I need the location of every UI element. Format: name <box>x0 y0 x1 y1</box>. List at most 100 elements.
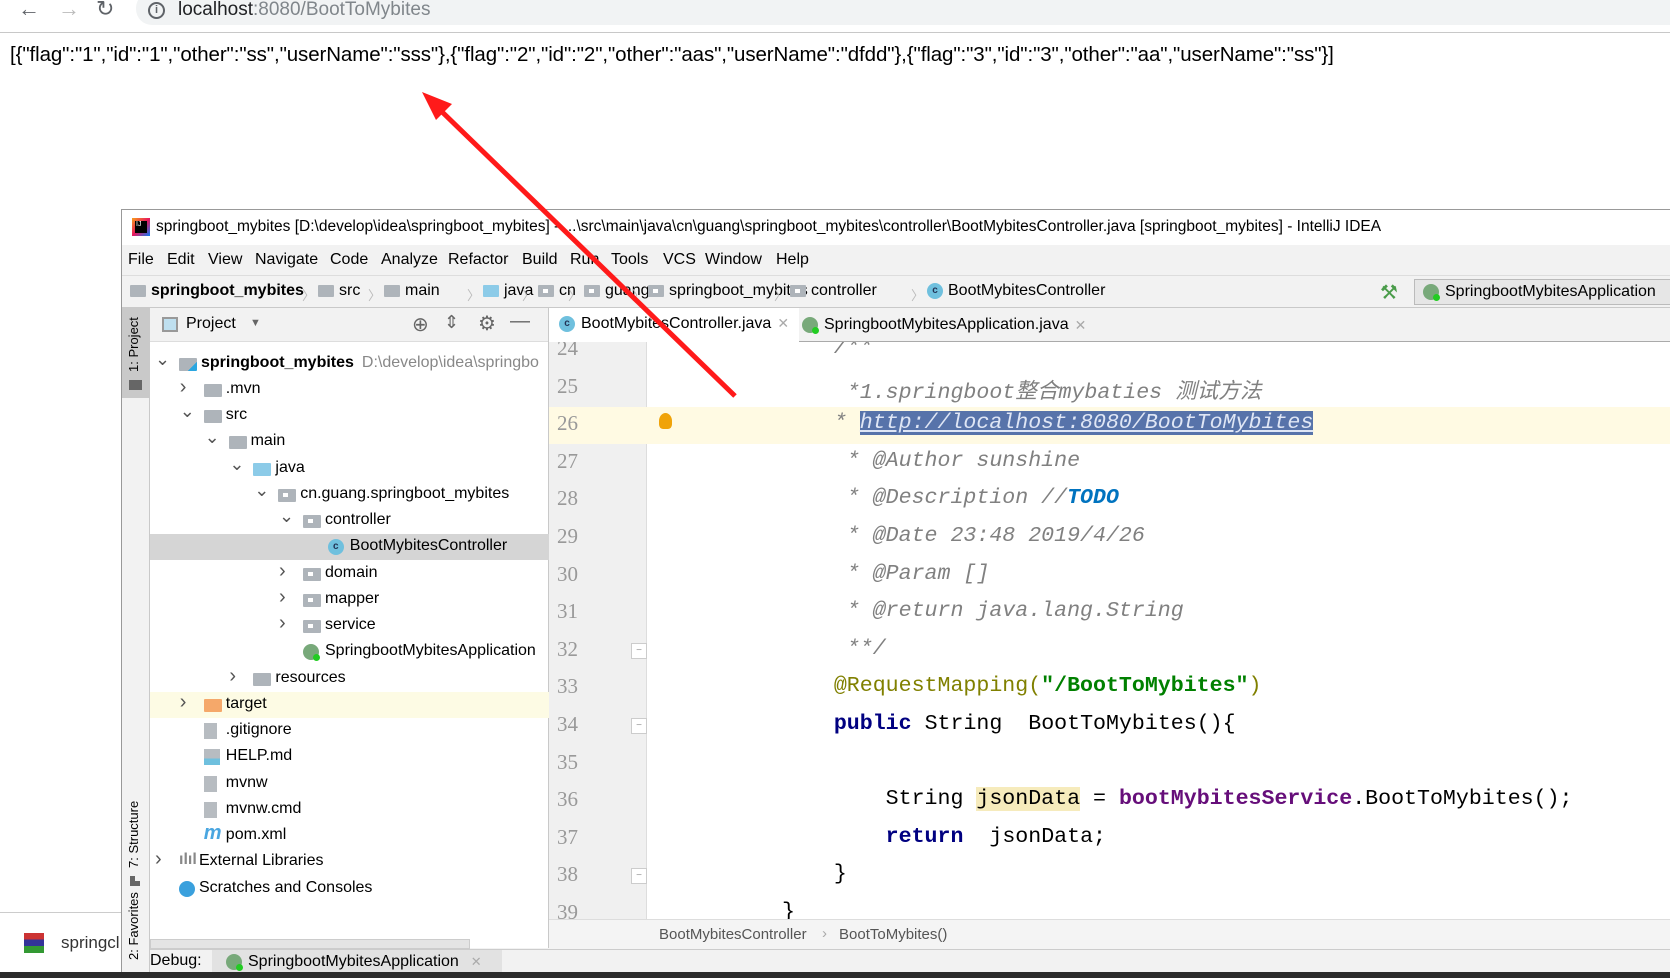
fold-marker-icon[interactable]: − <box>631 718 647 734</box>
folder-icon <box>790 285 806 297</box>
taskbar-item[interactable]: springcl <box>0 912 121 972</box>
code-token: ) <box>1248 674 1262 699</box>
close-icon[interactable]: ✕ <box>1075 317 1087 334</box>
tree-item[interactable]: › .mvn <box>150 376 549 403</box>
forward-icon[interactable]: → <box>58 0 80 20</box>
info-icon[interactable]: i <box>148 2 165 19</box>
line-number: 33 <box>557 674 578 699</box>
libraries-icon: ılıl <box>179 851 197 869</box>
address-bar[interactable]: i localhost:8080/BootToMybites <box>136 0 1670 25</box>
close-icon[interactable]: ✕ <box>471 954 482 970</box>
locate-icon[interactable]: ⊕ <box>412 312 429 337</box>
hide-panel-icon[interactable]: — <box>510 310 530 333</box>
chevron-down-icon[interactable]: ⌄ <box>205 427 220 448</box>
project-view-selector[interactable]: Project <box>186 315 236 333</box>
tree-item[interactable]: mvnw <box>150 771 549 797</box>
chevron-down-icon[interactable]: ⌄ <box>229 454 244 475</box>
tree-item[interactable]: .gitignore <box>150 718 549 744</box>
breadcrumb-separator: › <box>822 925 827 942</box>
debug-session-tab[interactable]: SpringbootMybitesApplication ✕ <box>212 950 502 974</box>
horizontal-scrollbar[interactable] <box>150 939 470 949</box>
menu-help[interactable]: Help <box>776 251 809 269</box>
tree-item[interactable]: › resources <box>150 665 549 692</box>
menu-navigate[interactable]: Navigate <box>255 251 318 269</box>
code-token: } <box>782 862 847 887</box>
collapse-all-icon[interactable]: ⇕ <box>444 312 459 333</box>
folder-icon <box>384 285 400 297</box>
fold-marker-icon[interactable]: − <box>631 642 647 659</box>
tree-item[interactable]: ⌄ controller <box>150 506 549 534</box>
menu-tools[interactable]: Tools <box>611 251 648 269</box>
lightbulb-icon[interactable] <box>659 413 672 430</box>
chevron-down-icon[interactable]: ⌄ <box>155 349 170 370</box>
nav-crumb[interactable]: c BootMybitesController <box>927 282 1105 300</box>
menu-refactor[interactable]: Refactor <box>448 251 508 269</box>
tree-item[interactable]: m pom.xml <box>150 822 549 849</box>
tab-label: BootMybitesController.java <box>581 314 772 332</box>
nav-crumb[interactable]: src <box>318 282 360 300</box>
code-line: 25 *1.springboot整合mybaties 测试方法 <box>549 370 1670 407</box>
gear-icon[interactable]: ⚙ <box>478 311 496 336</box>
file-icon <box>203 775 217 792</box>
debug-tool-bar: Debug: SpringbootMybitesApplication ✕ <box>150 949 1670 974</box>
chevron-right-icon[interactable]: › <box>279 612 286 635</box>
tree-item[interactable]: c BootMybitesController <box>150 534 549 561</box>
tree-item[interactable]: › mapper <box>150 586 549 613</box>
chevron-down-icon[interactable]: ▼ <box>250 317 261 329</box>
tree-item[interactable]: ⌄ springboot_mybites D:\develop\idea\sprin… <box>150 349 549 377</box>
tree-item[interactable]: ⌄ cn.guang.springboot_mybites <box>150 480 549 508</box>
editor-tab[interactable]: c BootMybitesController.java ✕ <box>549 308 800 342</box>
breadcrumb-class[interactable]: BootMybitesController <box>659 926 807 943</box>
chevron-down-icon[interactable]: ⌄ <box>180 401 195 422</box>
menu-file[interactable]: File <box>128 251 154 269</box>
nav-crumb[interactable]: controller <box>790 282 877 300</box>
menu-vcs[interactable]: VCS <box>663 251 696 269</box>
editor-tab[interactable]: SpringbootMybitesApplication.java ✕ <box>792 308 1096 342</box>
tree-item[interactable]: ⌄ java <box>150 454 549 482</box>
menu-analyze[interactable]: Analyze <box>381 251 438 269</box>
tree-item[interactable]: mvnw.cmd <box>150 797 549 823</box>
chevron-right-icon[interactable]: › <box>155 848 162 871</box>
build-hammer-icon[interactable]: ⚒ <box>1380 280 1398 305</box>
menu-run[interactable]: Run <box>570 251 599 269</box>
class-icon: c <box>327 539 344 556</box>
chevron-down-icon[interactable]: ⌄ <box>254 480 269 501</box>
tree-item[interactable]: › target <box>150 691 549 718</box>
tree-item[interactable]: Scratches and Consoles <box>150 876 549 902</box>
menu-window[interactable]: Window <box>705 251 762 269</box>
chevron-right-icon[interactable]: › <box>180 376 187 399</box>
tree-item[interactable]: ⌄ main <box>150 427 549 455</box>
tree-item-name: .mvn <box>225 379 261 397</box>
reload-icon[interactable]: ↻ <box>96 0 114 20</box>
tree-item[interactable]: ⌄ src <box>150 401 549 429</box>
back-icon[interactable]: ← <box>18 0 40 20</box>
chevron-right-icon[interactable]: › <box>279 586 286 609</box>
tree-item[interactable]: › domain <box>150 560 549 587</box>
chevron-right-icon: 〉 <box>911 288 925 303</box>
tree-item[interactable]: HELP.md <box>150 744 549 770</box>
code-token: /** <box>782 342 873 360</box>
tree-item[interactable]: › ılıl External Libraries <box>150 848 549 875</box>
chevron-right-icon[interactable]: › <box>279 560 286 583</box>
breadcrumb-method[interactable]: BootToMybites() <box>839 926 947 943</box>
chevron-right-icon[interactable]: › <box>229 665 236 688</box>
nav-crumb[interactable]: main <box>384 282 440 300</box>
nav-crumb[interactable]: springboot_mybites <box>130 282 304 300</box>
menu-view[interactable]: View <box>208 251 242 269</box>
menu-code[interactable]: Code <box>330 251 368 269</box>
favorites-tool-tab[interactable]: 2: Favorites <box>122 868 149 968</box>
menu-build[interactable]: Build <box>522 251 558 269</box>
line-number: 34 <box>557 712 578 736</box>
code-area[interactable]: 24 /** 25 *1.springboot整合mybaties 测试方法 26 … <box>549 342 1670 949</box>
chevron-right-icon[interactable]: › <box>180 691 187 714</box>
nav-crumb-label: controller <box>811 282 877 299</box>
project-tool-tab[interactable]: 1: Project <box>122 308 149 398</box>
fold-marker-icon[interactable]: − <box>631 868 647 885</box>
tree-item[interactable]: SpringbootMybitesApplication <box>150 639 549 665</box>
chevron-down-icon[interactable]: ⌄ <box>279 506 294 527</box>
close-icon[interactable]: ✕ <box>777 315 789 332</box>
menu-edit[interactable]: Edit <box>167 251 195 269</box>
run-config-selector[interactable]: SpringbootMybitesApplication <box>1414 279 1670 305</box>
tree-item[interactable]: › service <box>150 612 549 639</box>
url-text[interactable]: localhost:8080/BootToMybites <box>178 0 430 21</box>
